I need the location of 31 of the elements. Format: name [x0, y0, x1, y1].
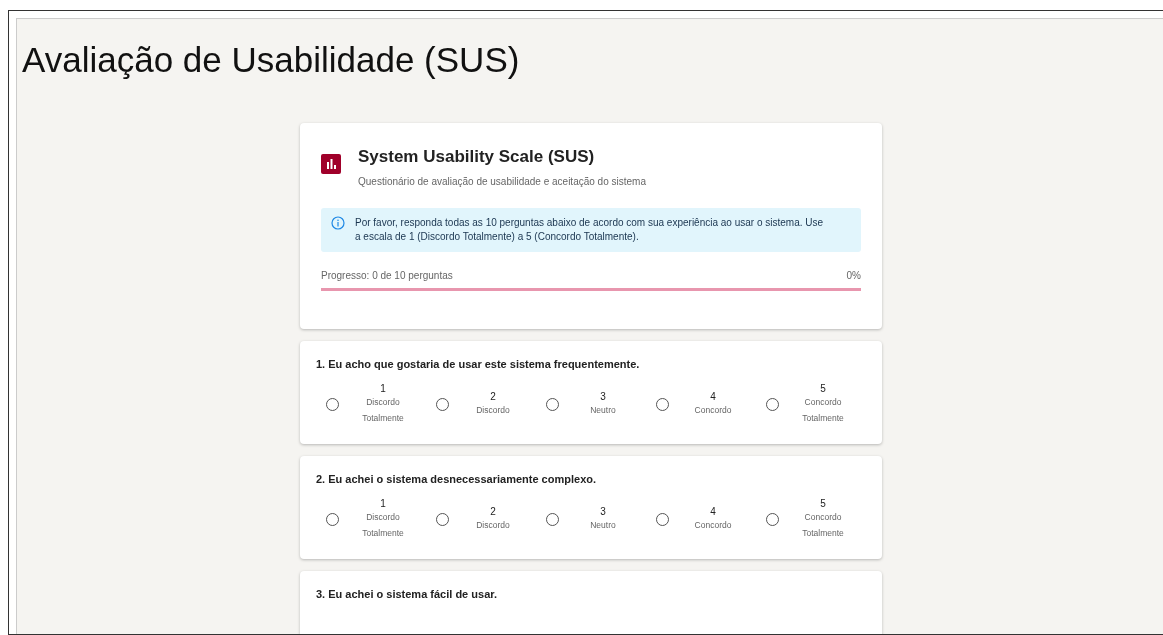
progress-label: Progresso: 0 de 10 perguntas [321, 270, 453, 281]
option-value: 1 [380, 383, 386, 394]
page-title: Avaliação de Usabilidade (SUS) [21, 39, 521, 81]
option-value: 1 [380, 498, 386, 509]
option-label: Concordo Totalmente [801, 396, 845, 425]
progress-percent: 0% [846, 270, 861, 281]
option-value: 2 [490, 391, 496, 402]
option-value: 5 [820, 383, 826, 394]
option-label: Concordo Totalmente [801, 511, 845, 540]
option-label: Discordo [475, 519, 511, 532]
question-text: 1. Eu acho que gostaria de usar este sistema frequentemente. [316, 358, 641, 370]
option-value: 3 [600, 506, 606, 517]
option-label: Concordo [693, 519, 733, 532]
option-value: 3 [600, 391, 606, 402]
option-label: Concordo [693, 404, 733, 417]
card-subtitle: Questionário de avaliação de usabilidade e aceitação do sistema [358, 176, 646, 187]
option-label: Neutro [589, 519, 617, 532]
question-text: 2. Eu achei o sistema desnecessariamente complexo. [316, 473, 598, 485]
card-title: System Usability Scale (SUS) [358, 147, 596, 167]
option-label: Discordo Totalmente [361, 511, 405, 540]
option-label: Neutro [589, 404, 617, 417]
option-value: 5 [820, 498, 826, 509]
option-label: Discordo [475, 404, 511, 417]
info-icon [331, 216, 345, 230]
info-text: Por favor, responda todas as 10 perguntas abaixo de acordo com sua experiência ao usar o sistema. Use a escala de 1 (Discordo Totalmente) a 5 (Concordo Totalmente). [355, 216, 825, 244]
question-text: 3. Eu achei o sistema fácil de usar. [316, 588, 498, 600]
option-label: Discordo Totalmente [361, 396, 405, 425]
bar-chart-icon [321, 154, 341, 174]
option-value: 4 [710, 391, 716, 402]
option-value: 4 [710, 506, 716, 517]
option-value: 2 [490, 506, 496, 517]
